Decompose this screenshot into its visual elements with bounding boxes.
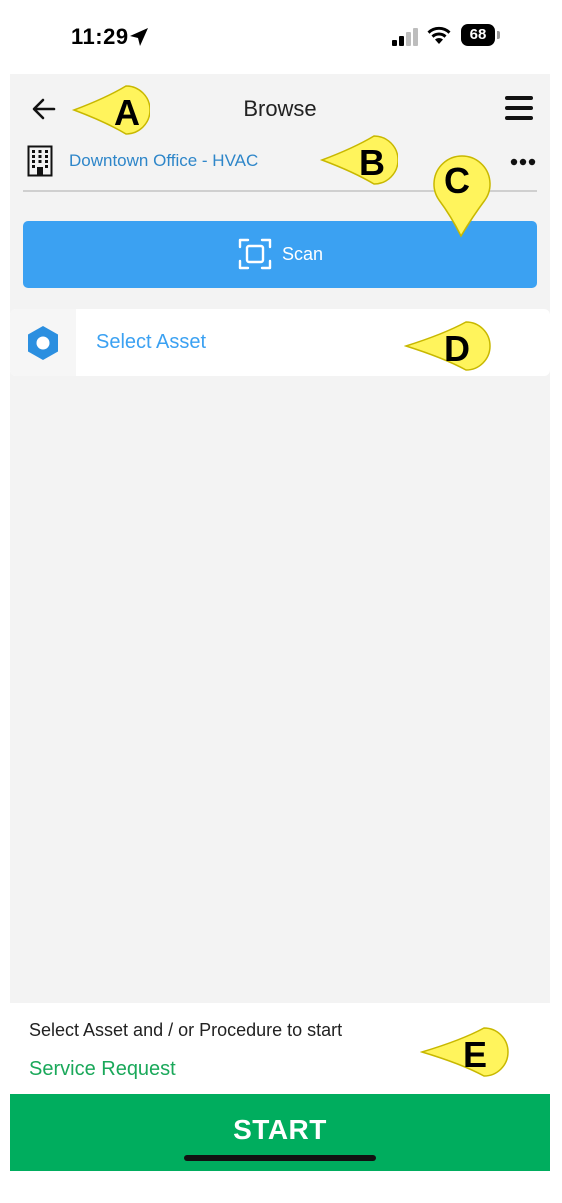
- start-label: START: [233, 1114, 327, 1145]
- more-dots-icon[interactable]: [509, 152, 537, 172]
- location-arrow-icon: [130, 28, 148, 46]
- annotation-label-b: B: [359, 142, 385, 183]
- building-icon: [27, 145, 53, 177]
- start-button[interactable]: START: [10, 1094, 550, 1171]
- hamburger-menu-icon[interactable]: [505, 96, 533, 122]
- asset-icon-box: [10, 309, 76, 376]
- annotation-label-e: E: [463, 1034, 488, 1075]
- scan-frame-icon: [238, 238, 272, 270]
- status-time: 11:29: [71, 24, 129, 49]
- scan-label: Scan: [282, 244, 324, 264]
- menu-bar: [505, 106, 533, 110]
- signal-icon: [392, 28, 418, 46]
- menu-bar: [505, 116, 533, 120]
- battery-tip: [497, 31, 500, 39]
- battery-icon: 68: [461, 24, 495, 46]
- annotation-label-c: C: [444, 160, 470, 201]
- wifi-icon: [427, 26, 451, 44]
- footer-hint: Select Asset and / or Procedure to start: [29, 1020, 343, 1040]
- service-request-link[interactable]: Service Request: [29, 1058, 176, 1081]
- app-screen: Browse Downtown Office - HVAC Scan Selec…: [10, 74, 550, 1171]
- annotation-callout-b: [319, 135, 398, 185]
- home-indicator: [184, 1155, 376, 1161]
- menu-bar: [505, 96, 533, 100]
- hexagon-asset-icon: [28, 326, 58, 360]
- annotation-label-a: A: [114, 92, 140, 133]
- location-name: Downtown Office - HVAC: [69, 151, 259, 170]
- status-bar: 11:29 68: [0, 0, 562, 74]
- select-asset-label: Select Asset: [96, 331, 207, 353]
- annotation-label-d: D: [444, 328, 470, 369]
